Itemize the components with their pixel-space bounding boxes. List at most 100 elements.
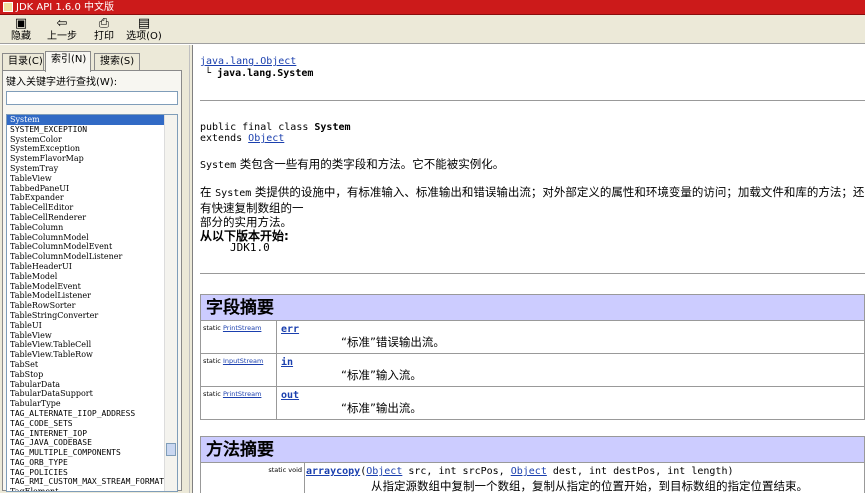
- print-button[interactable]: ⎙ 打印: [92, 17, 116, 43]
- index-list-item[interactable]: TableCellEditor: [7, 203, 165, 213]
- index-list-item[interactable]: TableView.TableRow: [7, 350, 165, 360]
- field-type-cell: static PrintStream: [201, 387, 277, 419]
- printer-icon: ⎙: [98, 16, 110, 31]
- back-button[interactable]: ⇦ 上一步: [46, 17, 78, 43]
- tab-index[interactable]: 索引(N): [45, 51, 91, 72]
- back-arrow-icon: ⇦: [56, 16, 68, 31]
- field-summary-header: 字段摘要: [200, 294, 865, 321]
- index-list-item[interactable]: TableColumnModelListener: [7, 252, 165, 262]
- description-para-2: 在 System 类提供的设施中，有标准输入、标准输出和错误输出流；对外部定义的…: [200, 185, 865, 229]
- index-list-item[interactable]: TableStringConverter: [7, 311, 165, 321]
- toolbar: ▣ 隐藏 ⇦ 上一步 ⎙ 打印 ▤ 选项(O): [0, 15, 865, 44]
- field-type-cell: static PrintStream: [201, 321, 277, 353]
- index-items: System SYSTEM_EXCEPTION SystemColor SystemE…: [7, 115, 165, 491]
- index-list-item[interactable]: TAG_MULTIPLE_COMPONENTS: [7, 448, 165, 458]
- field-type-link[interactable]: PrintStream: [223, 390, 261, 398]
- method-name-link[interactable]: arraycopy: [306, 466, 360, 477]
- index-list-item[interactable]: TableColumnModelEvent: [7, 242, 165, 252]
- field-modifier: static: [203, 324, 221, 332]
- divider: [200, 100, 865, 101]
- title-bar: JDK API 1.6.0 中文版: [0, 0, 865, 15]
- field-name-link[interactable]: err: [281, 324, 299, 335]
- index-list-item[interactable]: SYSTEM_EXCEPTION: [7, 125, 165, 135]
- index-list-item[interactable]: TableCellRenderer: [7, 213, 165, 223]
- field-row: static InputStream in “标准”输入流。: [200, 354, 865, 387]
- tab-search[interactable]: 搜索(S): [94, 53, 140, 71]
- index-list-item[interactable]: TabularDataSupport: [7, 389, 165, 399]
- param-type-link[interactable]: Object: [366, 466, 402, 477]
- hide-icon: ▣: [14, 16, 28, 31]
- class-hierarchy: └ java.lang.System: [205, 68, 313, 79]
- index-list-item[interactable]: TAG_POLICIES: [7, 468, 165, 478]
- index-list-item[interactable]: TableView: [7, 174, 165, 184]
- options-button[interactable]: ▤ 选项(O): [126, 17, 162, 43]
- field-desc: “标准”输出流。: [341, 401, 422, 415]
- index-list-item[interactable]: TableView.TableCell: [7, 340, 165, 350]
- index-list-item[interactable]: TableView: [7, 331, 165, 341]
- options-icon: ▤: [137, 16, 151, 31]
- index-list[interactable]: System SYSTEM_EXCEPTION SystemColor SystemE…: [6, 114, 178, 492]
- method-desc: 从指定源数组中复制一个数组，复制从指定的位置开始，到目标数组的指定位置结束。: [371, 479, 808, 493]
- index-list-item[interactable]: TagElement: [7, 487, 165, 491]
- hide-button[interactable]: ▣ 隐藏: [8, 17, 34, 43]
- superclass-link[interactable]: java.lang.Object: [200, 56, 296, 67]
- index-list-item[interactable]: SystemException: [7, 144, 165, 154]
- index-list-item[interactable]: TabularType: [7, 399, 165, 409]
- index-list-item[interactable]: TAG_ALTERNATE_IIOP_ADDRESS: [7, 409, 165, 419]
- method-summary-header: 方法摘要: [200, 436, 865, 463]
- index-list-item[interactable]: TableModelListener: [7, 291, 165, 301]
- para2-text-a: 在: [200, 185, 216, 199]
- index-list-item[interactable]: SystemColor: [7, 135, 165, 145]
- index-list-item[interactable]: TAG_RMI_CUSTOM_MAX_STREAM_FORMAT: [7, 477, 165, 487]
- keyword-label: 键入关键字进行查找(W):: [6, 77, 118, 88]
- index-list-item[interactable]: SystemTray: [7, 164, 165, 174]
- since-value: JDK1.0: [230, 241, 270, 254]
- method-type-cell: static void: [201, 463, 305, 493]
- keyword-input[interactable]: [6, 91, 178, 105]
- class-extends: extends Object: [200, 133, 284, 144]
- field-modifier: static: [203, 390, 221, 398]
- scroll-thumb[interactable]: [166, 443, 176, 456]
- index-list-item[interactable]: TAG_INTERNET_IOP: [7, 429, 165, 439]
- index-scrollbar[interactable]: [164, 115, 177, 491]
- field-name-link[interactable]: out: [281, 390, 299, 401]
- field-row: static PrintStream out “标准”输出流。: [200, 387, 865, 420]
- index-list-item[interactable]: TableHeaderUI: [7, 262, 165, 272]
- para1-code: System: [200, 160, 237, 171]
- field-type-cell: static InputStream: [201, 354, 277, 386]
- app-icon: [3, 2, 13, 12]
- decl-classname: System: [314, 122, 351, 133]
- field-type-link[interactable]: InputStream: [223, 357, 263, 365]
- class-fullname: java.lang.System: [217, 68, 314, 79]
- index-list-item[interactable]: TabularData: [7, 380, 165, 390]
- index-list-item[interactable]: TAG_CODE_SETS: [7, 419, 165, 429]
- hide-label: 隐藏: [11, 31, 31, 42]
- index-list-item[interactable]: TableUI: [7, 321, 165, 331]
- field-name-link[interactable]: in: [281, 357, 293, 368]
- para1-text: 类包含一些有用的类字段和方法。它不能被实例化。: [236, 157, 505, 171]
- sig-params: src, int srcPos,: [402, 466, 511, 477]
- method-row: static void arraycopy(Object src, int sr…: [200, 463, 865, 493]
- index-list-item[interactable]: TabExpander: [7, 193, 165, 203]
- index-list-item[interactable]: TableColumnModel: [7, 233, 165, 243]
- index-list-item[interactable]: System: [7, 115, 165, 125]
- para2-text-b: 类提供的设施中，有标准输入、标准输出和错误输出流；对外部定义的属性和环境变量的访…: [200, 185, 865, 215]
- index-list-item[interactable]: TableModel: [7, 272, 165, 282]
- index-list-item[interactable]: TAG_JAVA_CODEBASE: [7, 438, 165, 448]
- tab-contents[interactable]: 目录(C): [2, 53, 44, 71]
- index-list-item[interactable]: TabSet: [7, 360, 165, 370]
- param-type-link[interactable]: Object: [511, 466, 547, 477]
- class-declaration: public final class System: [200, 122, 351, 133]
- index-list-item[interactable]: TableRowSorter: [7, 301, 165, 311]
- parent-class-link[interactable]: Object: [248, 133, 284, 144]
- index-list-item[interactable]: TableColumn: [7, 223, 165, 233]
- index-list-item[interactable]: SystemFlavorMap: [7, 154, 165, 164]
- back-label: 上一步: [47, 31, 77, 42]
- method-signature: arraycopy(Object src, int srcPos, Object…: [306, 466, 733, 477]
- index-list-item[interactable]: TabbedPaneUI: [7, 184, 165, 194]
- index-list-item[interactable]: TableModelEvent: [7, 282, 165, 292]
- index-list-item[interactable]: TAG_ORB_TYPE: [7, 458, 165, 468]
- field-modifier: static: [203, 357, 221, 365]
- index-list-item[interactable]: TabStop: [7, 370, 165, 380]
- field-type-link[interactable]: PrintStream: [223, 324, 261, 332]
